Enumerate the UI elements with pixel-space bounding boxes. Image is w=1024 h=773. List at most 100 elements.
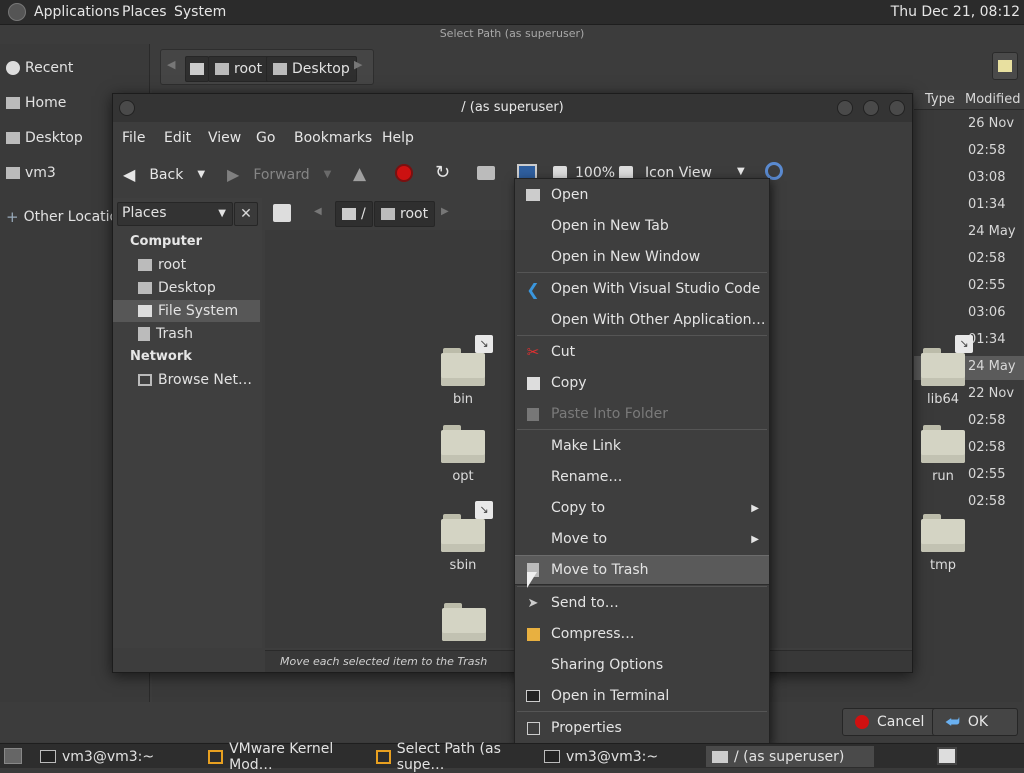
- menu-help[interactable]: Help: [382, 130, 414, 146]
- new-folder-icon: [998, 60, 1012, 72]
- home-icon[interactable]: [477, 166, 495, 180]
- sidebar-item-file-system[interactable]: File System: [113, 300, 260, 322]
- file-item-lib64[interactable]: ↘ lib64: [898, 335, 988, 407]
- file-item-tmp[interactable]: tmp: [898, 514, 988, 573]
- task-terminal-1[interactable]: vm3@vm3:~: [34, 746, 194, 767]
- dropdown-arrow-icon[interactable]: ▼: [324, 169, 332, 180]
- chevron-right-icon[interactable]: ▶: [441, 206, 449, 217]
- menu-item-copy-to[interactable]: Copy to ▶: [515, 493, 769, 523]
- back-button[interactable]: ◀ Back ▼: [123, 165, 205, 184]
- cancel-label: Cancel: [877, 714, 925, 730]
- close-sidebar-button[interactable]: ✕: [234, 202, 258, 226]
- workspace-switcher-icon[interactable]: [937, 747, 957, 765]
- sidebar-item-root[interactable]: root: [113, 254, 260, 276]
- sidebar-item-recent[interactable]: Recent: [6, 60, 73, 76]
- clock[interactable]: Thu Dec 21, 08:12: [891, 4, 1020, 20]
- network-icon: [138, 374, 152, 386]
- mate-logo-icon[interactable]: [8, 3, 26, 21]
- menu-item-cut[interactable]: ✂ Cut: [515, 337, 769, 367]
- window-menu-icon[interactable]: [119, 100, 135, 116]
- menu-item-send-to[interactable]: ➤ Send to…: [515, 588, 769, 618]
- sidebar-item-desktop[interactable]: Desktop: [113, 277, 260, 299]
- modified-cell: 26 Nov: [968, 116, 1015, 131]
- scissors-icon: ✂: [526, 343, 540, 361]
- edit-location-icon[interactable]: [273, 204, 291, 222]
- menu-item-open-new-window[interactable]: Open in New Window: [515, 242, 769, 272]
- task-select-path[interactable]: Select Path (as supe…: [370, 741, 536, 773]
- places-combo[interactable]: Places ▼: [117, 202, 233, 226]
- menu-item-rename[interactable]: Rename…: [515, 462, 769, 492]
- sidebar-item-trash[interactable]: Trash: [113, 323, 260, 345]
- sidebar-item-desktop[interactable]: Desktop: [6, 130, 83, 146]
- file-item-sbin[interactable]: ↘ sbin: [418, 501, 508, 573]
- path-crumb-root[interactable]: root: [208, 56, 270, 82]
- file-item-run[interactable]: run: [898, 425, 988, 484]
- drive-icon[interactable]: [185, 56, 209, 82]
- menu-go[interactable]: Go: [256, 130, 275, 146]
- menu-places[interactable]: Places: [122, 4, 167, 20]
- crumb-label: root: [234, 61, 263, 77]
- dropdown-arrow-icon[interactable]: ▼: [737, 166, 745, 177]
- menu-view[interactable]: View: [208, 130, 241, 146]
- reload-icon[interactable]: ↻: [435, 162, 450, 183]
- menu-item-copy[interactable]: Copy: [515, 368, 769, 398]
- file-label: opt: [452, 469, 474, 484]
- maximize-icon[interactable]: [863, 100, 879, 116]
- menu-item-open-vscode[interactable]: ❮ Open With Visual Studio Code: [515, 274, 769, 304]
- menu-item-open-other-app[interactable]: Open With Other Application…: [515, 305, 769, 335]
- folder-icon: ↘: [441, 335, 493, 386]
- column-modified[interactable]: Modified: [965, 92, 1020, 107]
- menu-applications[interactable]: Applications: [34, 4, 120, 20]
- menu-item-properties[interactable]: Properties: [515, 713, 769, 743]
- crumb-label: root: [400, 206, 429, 222]
- close-icon: ✕: [240, 206, 252, 222]
- file-item-opt[interactable]: opt: [418, 425, 508, 484]
- dropdown-arrow-icon[interactable]: ▼: [197, 169, 205, 180]
- up-arrow-icon[interactable]: ▲: [353, 164, 366, 184]
- task-vmware-kernel[interactable]: VMware Kernel Mod…: [202, 741, 370, 773]
- toolbar: ◀ Back ▼ ▶ Forward ▼ ▲ ↻ 100% Icon View …: [113, 152, 912, 196]
- ok-button[interactable]: ⮨ OK: [932, 708, 1018, 736]
- location-crumb-root-fs[interactable]: /: [335, 201, 373, 227]
- drive-icon: [138, 305, 152, 317]
- task-terminal-2[interactable]: vm3@vm3:~: [538, 746, 700, 767]
- new-folder-button[interactable]: [992, 52, 1018, 80]
- menu-file[interactable]: File: [122, 130, 145, 146]
- cancel-button[interactable]: Cancel: [842, 708, 938, 736]
- sidebar-item-vm3[interactable]: vm3: [6, 165, 56, 181]
- minimize-icon[interactable]: [837, 100, 853, 116]
- file-item-bin[interactable]: ↘ bin: [418, 335, 508, 407]
- forward-button[interactable]: ▶ Forward ▼: [227, 165, 331, 184]
- menu-item-make-link[interactable]: Make Link: [515, 431, 769, 461]
- menu-item-label: Open With Visual Studio Code: [551, 281, 761, 297]
- close-icon[interactable]: [889, 100, 905, 116]
- modified-cell: 02:58: [968, 143, 1006, 158]
- modified-cell: 01:34: [968, 332, 1006, 347]
- chevron-left-icon[interactable]: ◀: [314, 206, 322, 217]
- chevron-right-icon[interactable]: ▶: [354, 58, 362, 71]
- menu-item-sharing-options[interactable]: Sharing Options: [515, 650, 769, 680]
- menu-system[interactable]: System: [174, 4, 226, 20]
- sidebar-item-home[interactable]: Home: [6, 95, 66, 111]
- menu-item-move-to-trash[interactable]: Move to Trash: [515, 555, 769, 585]
- task-file-manager[interactable]: / (as superuser): [706, 746, 874, 767]
- menu-item-move-to[interactable]: Move to ▶: [515, 524, 769, 554]
- menu-item-open[interactable]: Open: [515, 180, 769, 210]
- menu-edit[interactable]: Edit: [164, 130, 191, 146]
- path-crumb-desktop[interactable]: Desktop: [266, 56, 357, 82]
- ok-icon: ⮨: [945, 712, 960, 731]
- sidebar-item-browse-network[interactable]: Browse Net…: [113, 369, 260, 391]
- column-type[interactable]: Type: [925, 92, 955, 107]
- menu-item-label: Copy to: [551, 500, 606, 516]
- menu-item-open-new-tab[interactable]: Open in New Tab: [515, 211, 769, 241]
- menu-item-open-terminal[interactable]: Open in Terminal: [515, 681, 769, 711]
- menu-item-compress[interactable]: Compress…: [515, 619, 769, 649]
- menu-item-label: Cut: [551, 344, 576, 360]
- chevron-left-icon[interactable]: ◀: [167, 58, 175, 71]
- show-desktop-icon[interactable]: [4, 748, 22, 764]
- menu-separator: [517, 272, 767, 273]
- menu-bookmarks[interactable]: Bookmarks: [294, 130, 372, 146]
- submenu-arrow-icon: ▶: [751, 533, 759, 545]
- stop-icon[interactable]: [395, 164, 413, 182]
- location-crumb-root[interactable]: root: [374, 201, 436, 227]
